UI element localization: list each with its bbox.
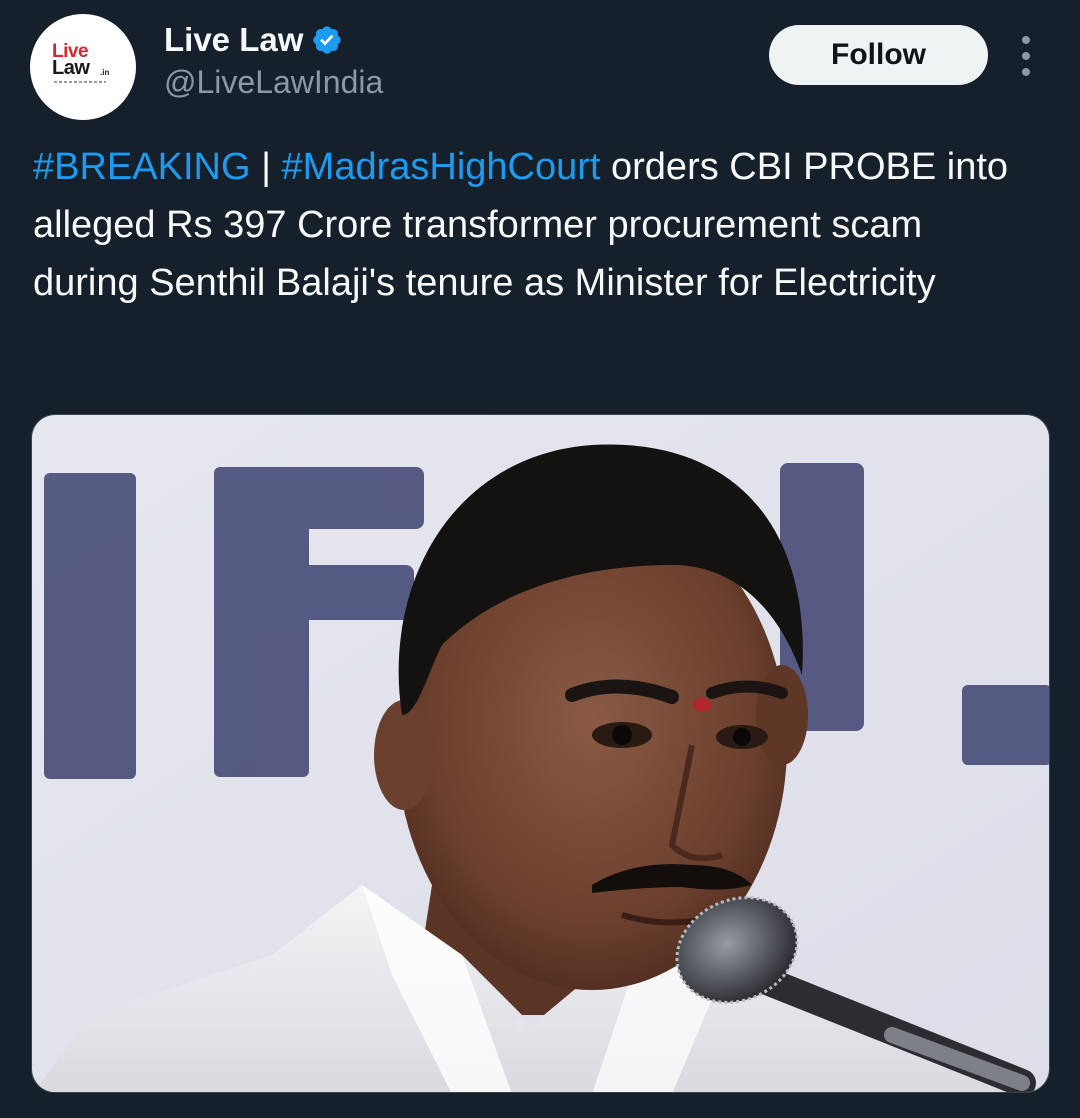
follow-button[interactable]: Follow [769,25,988,85]
author-display-name[interactable]: Live Law [164,20,303,60]
verified-badge-icon[interactable] [311,24,343,56]
avatar[interactable]: Live Law .in [30,14,136,120]
hashtag-madrashighcourt[interactable]: #MadrasHighCourt [282,146,601,188]
logo-tagline [54,81,106,83]
photo-illustration [32,415,1049,1092]
logo-suffix: .in [100,68,110,77]
tweet-photo[interactable] [31,414,1050,1093]
tweet-text: #BREAKING | #MadrasHighCourt orders CBI … [33,138,1033,312]
livelaw-logo: Live Law .in [48,42,122,92]
logo-line2: Law [52,57,90,79]
hashtag-separator: | [250,146,282,188]
more-vertical-icon[interactable] [1012,36,1040,76]
author-handle[interactable]: @LiveLawIndia [164,62,383,102]
tweet-card: Live Law .in Live Law @LiveLawIndia Foll… [0,0,1080,1118]
author-name-row: Live Law [164,20,343,60]
hashtag-breaking[interactable]: #BREAKING [33,146,251,188]
